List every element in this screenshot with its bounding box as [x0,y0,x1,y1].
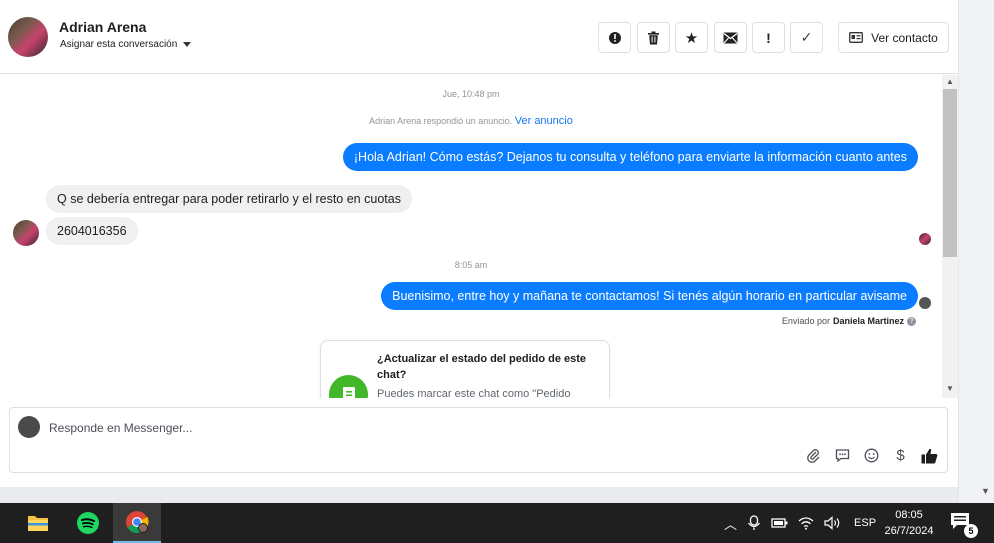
conversation-header: Adrian Arena Asignar esta conversación ★… [0,0,958,74]
sent-by-prefix: Enviado por [781,316,830,326]
delete-button[interactable] [637,22,670,53]
meet-now-icon[interactable] [747,515,761,531]
sent-by-note: Enviado por Daniela Martinez ? [782,316,916,326]
view-contact-button[interactable]: Ver contacto [838,22,949,53]
mark-unread-button[interactable] [714,22,747,53]
order-status-card[interactable]: ¿Actualizar el estado del pedido de este… [320,340,610,398]
timestamp: 8:05 am [454,260,488,270]
caret-down-icon [183,42,192,47]
thread-scrollbar[interactable]: ▲ ▼ [942,75,958,398]
scroll-up-arrow-icon[interactable]: ▲ [946,77,954,86]
notification-center-button[interactable]: 5 [950,512,978,538]
incoming-message[interactable]: 2604016356 [46,217,138,245]
chrome-button[interactable] [113,503,161,543]
star-button[interactable]: ★ [675,22,708,53]
composer-actions: $ [804,446,939,465]
message-input[interactable]: Responde en Messenger... [49,421,192,435]
order-status-icon [329,375,368,398]
scroll-down-arrow-icon[interactable]: ▼ [946,384,954,393]
thumbs-up-icon[interactable] [920,446,939,465]
page-avatar [18,416,40,438]
taskbar-clock[interactable]: 08:05 26/7/2024 [876,507,942,539]
saved-reply-icon[interactable] [833,446,852,465]
file-explorer-button[interactable] [14,503,62,543]
view-contact-label: Ver contacto [871,30,938,45]
paperclip-icon[interactable] [804,446,823,465]
ad-notice-text: Adrian Arena respondió un anuncio. [369,116,513,126]
trash-icon [648,31,659,44]
chrome-icon [126,511,149,533]
star-icon: ★ [684,29,699,47]
page-scroll-strip: ▼ [958,0,994,503]
alert-icon [608,31,621,44]
contact-card-icon [849,32,864,43]
help-icon[interactable]: ? [907,316,916,326]
volume-icon[interactable] [824,516,842,530]
checkmark-icon: ✓ [800,29,813,45]
inbox-window: Adrian Arena Asignar esta conversación ★… [0,0,958,487]
envelope-icon [723,32,738,43]
windows-taskbar: ︿ ESP 08:05 26/7/2024 5 [0,503,994,543]
file-explorer-icon [28,516,48,531]
battery-icon[interactable] [771,517,788,529]
wifi-icon[interactable] [798,516,814,530]
message-composer[interactable]: Responde en Messenger... $ [9,407,948,473]
card-description: Puedes marcar este chat como "Pedido [377,388,571,398]
seen-indicator-avatar [919,233,931,245]
message-thread: Jue, 10:48 pm Adrian Arena respondió un … [0,75,942,398]
input-language[interactable]: ESP [854,517,876,529]
spotify-button[interactable] [64,503,112,543]
dollar-icon[interactable]: $ [891,446,910,465]
contact-name[interactable]: Adrian Arena [59,19,146,35]
timestamp: Jue, 10:48 pm [442,89,500,99]
follow-up-button[interactable]: ! [752,22,785,53]
clock-date: 26/7/2024 [884,525,934,537]
sent-by-name: Daniela Martinez [832,316,904,326]
outgoing-message[interactable]: Buenisimo, entre hoy y mañana te contact… [381,282,918,310]
assign-label: Asignar esta conversación [60,39,178,50]
system-tray: ︿ ESP [724,503,876,543]
contact-avatar[interactable] [8,17,48,57]
card-title: ¿Actualizar el estado del pedido de este… [377,353,587,381]
assign-conversation-dropdown[interactable]: Asignar esta conversación [60,39,192,50]
page-scroll-down-icon[interactable]: ▼ [981,486,990,496]
ad-response-notice: Adrian Arena respondió un anuncio. Ver a… [0,115,942,127]
outgoing-message[interactable]: ¡Hola Adrian! Cómo estás? Dejanos tu con… [342,143,918,171]
clock-time: 08:05 [895,509,923,521]
chevron-up-icon[interactable]: ︿ [724,514,737,533]
emoji-icon[interactable] [862,446,881,465]
sender-avatar [13,220,39,246]
notification-count-badge: 5 [964,524,978,538]
spotify-icon [77,512,99,534]
exclamation-icon: ! [766,29,771,46]
scrollbar-thumb[interactable] [943,89,957,257]
mark-spam-button[interactable] [598,22,631,53]
sender-agent-avatar [919,297,931,309]
mark-done-button[interactable]: ✓ [790,22,823,53]
view-ad-link[interactable]: Ver anuncio [515,115,573,127]
incoming-message[interactable]: Q se debería entregar para poder retirar… [46,185,412,213]
